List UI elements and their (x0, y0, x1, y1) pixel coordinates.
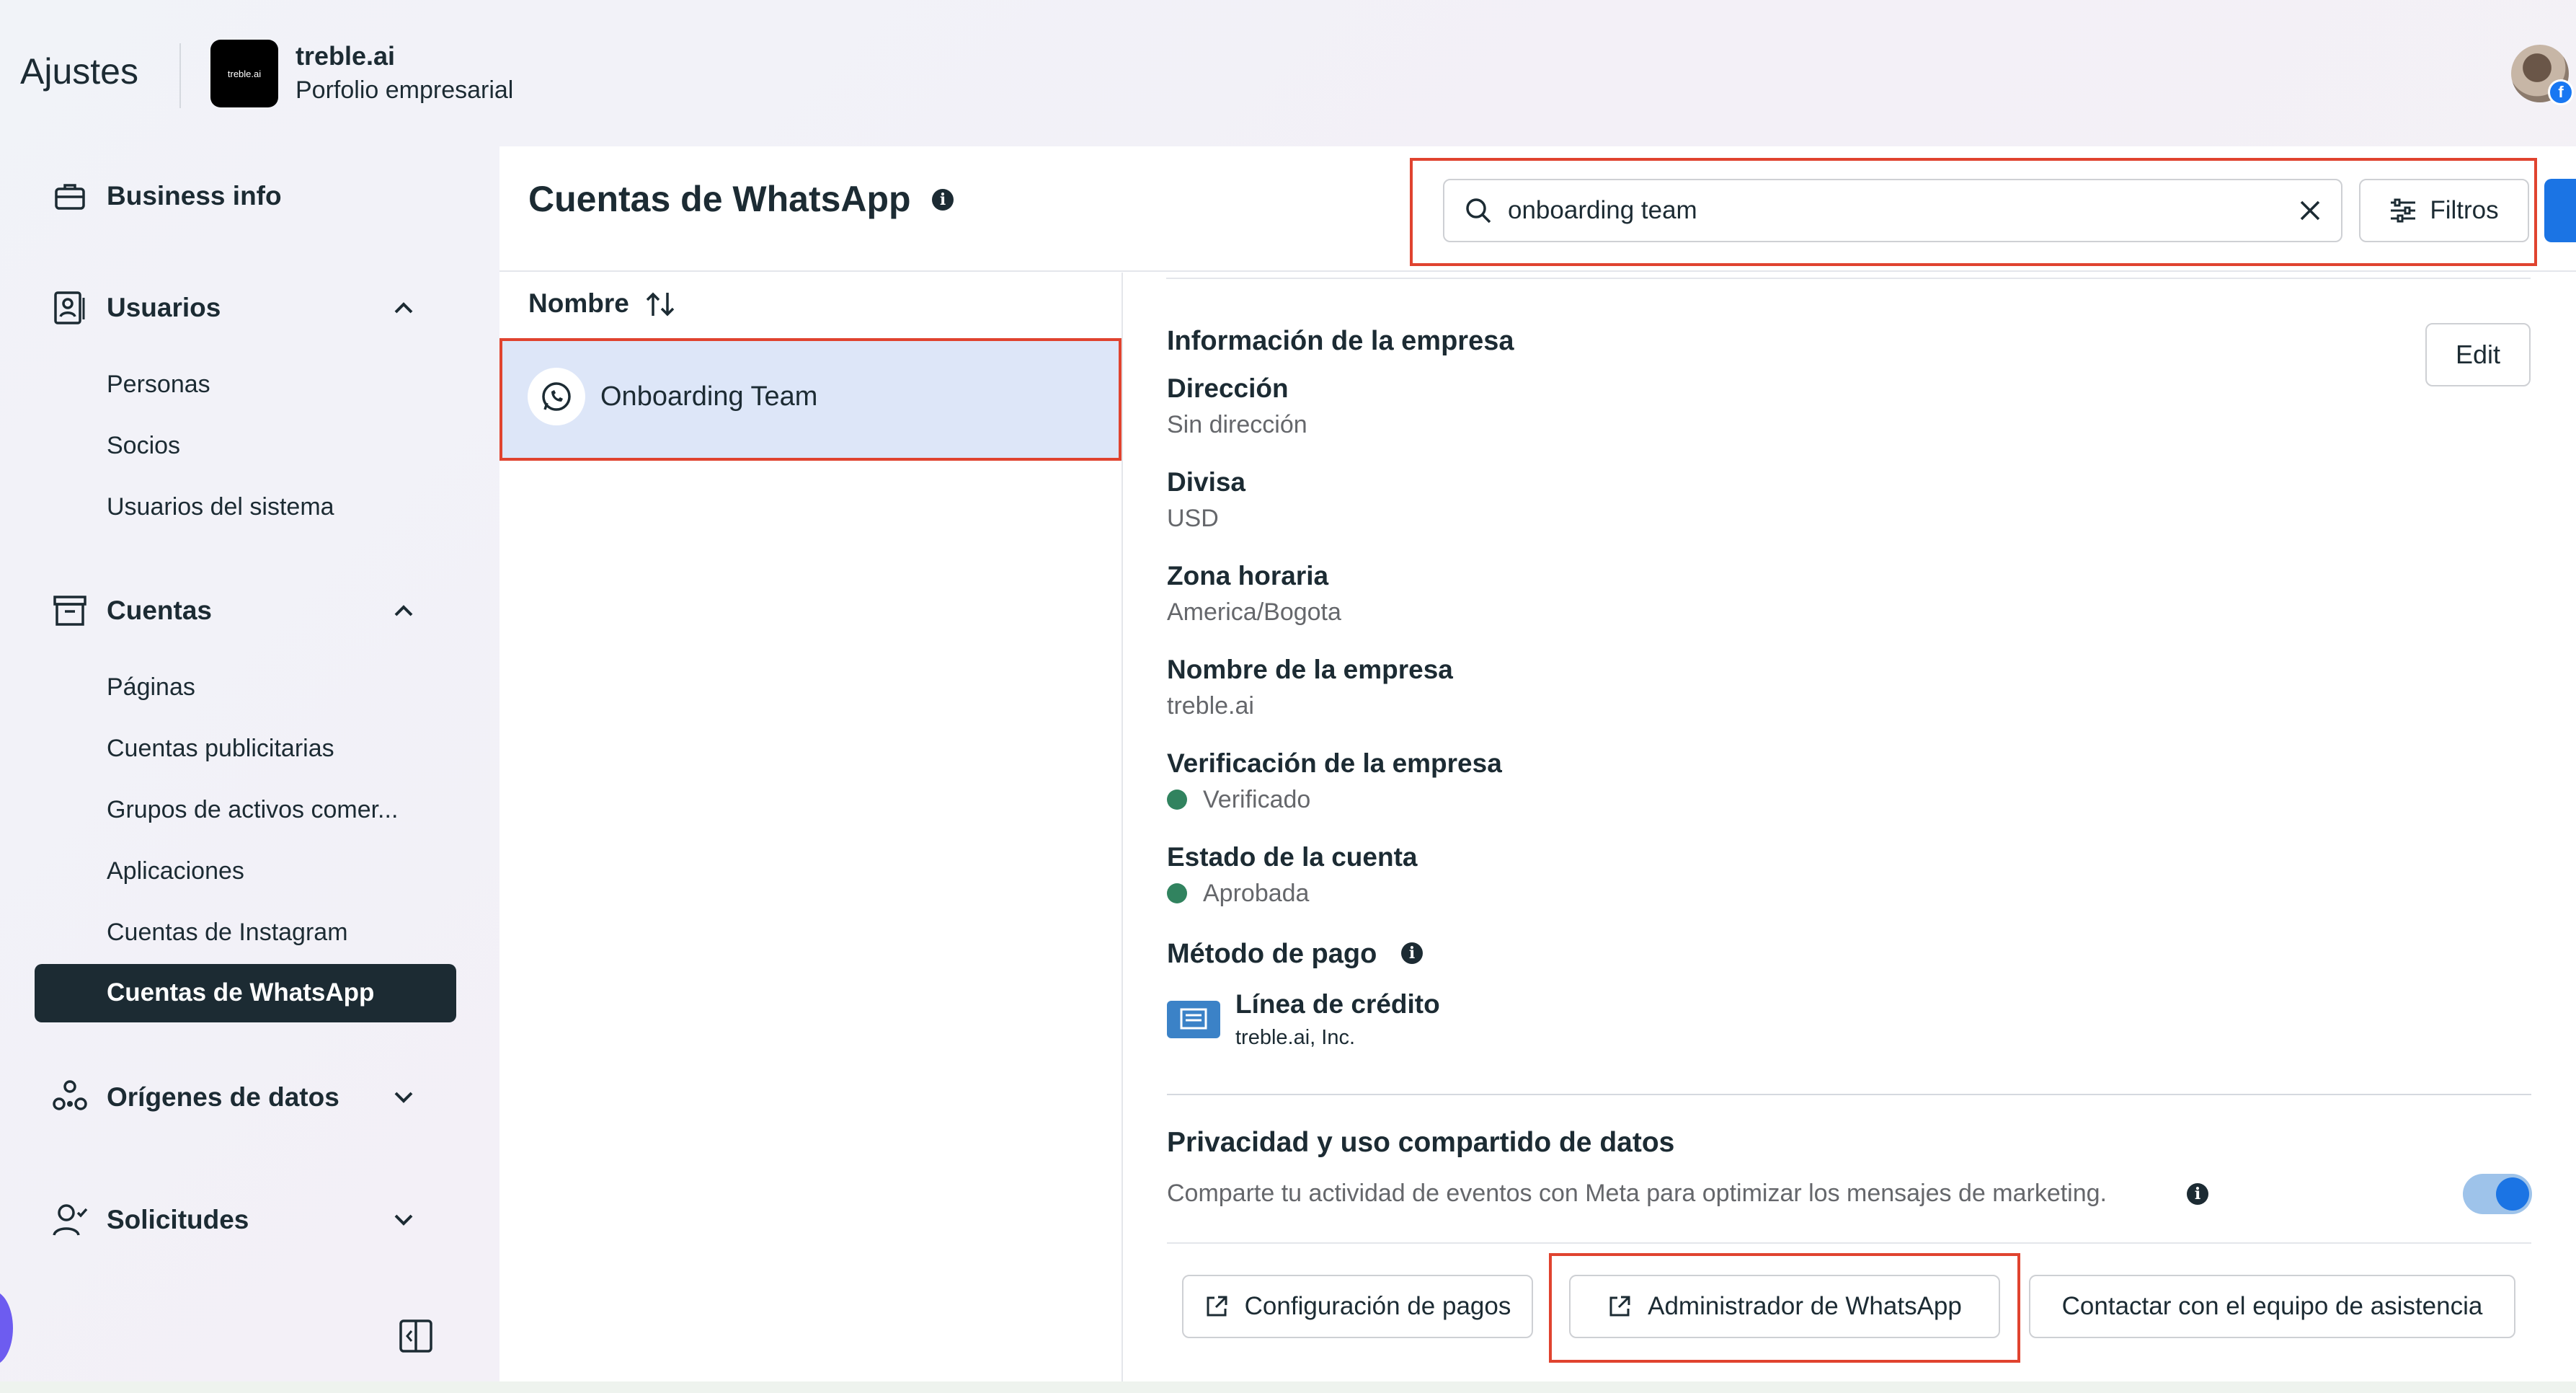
chevron-up-icon[interactable] (389, 293, 418, 322)
sidebar-section-usuarios[interactable]: Usuarios (50, 288, 221, 327)
sidebar-item-cuentas-whatsapp[interactable]: Cuentas de WhatsApp (35, 964, 456, 1022)
briefcase-icon (50, 177, 89, 216)
app-title: Ajustes (20, 51, 138, 92)
field-value-verificacion: Verificado (1203, 786, 1311, 813)
facebook-icon: f (2548, 79, 2574, 105)
info-icon[interactable]: i (932, 189, 954, 211)
header-divider (499, 270, 2576, 272)
sidebar-item-label: Cuentas de WhatsApp (107, 978, 375, 1007)
highlight-box-search (1410, 158, 2537, 266)
business-logo[interactable]: treble.ai (210, 40, 278, 107)
sidebar-section-cuentas[interactable]: Cuentas (50, 591, 212, 630)
sidebar-item-paginas[interactable]: Páginas (107, 673, 195, 702)
sidebar-section-label: Solicitudes (107, 1205, 249, 1234)
sort-icon[interactable] (644, 288, 677, 320)
archive-icon (50, 591, 89, 630)
payment-method-subtitle: treble.ai, Inc. (1235, 1026, 1356, 1049)
section-divider (1167, 1242, 2531, 1244)
external-link-icon (1207, 1296, 1227, 1317)
section-divider (1167, 1094, 2531, 1095)
edit-button[interactable]: Edit (2425, 323, 2531, 386)
sidebar-item-aplicaciones[interactable]: Aplicaciones (107, 857, 244, 885)
toggle-knob (2496, 1177, 2529, 1211)
status-dot-icon (1167, 790, 1187, 810)
sidebar-section-label: Cuentas (107, 596, 212, 625)
payment-settings-button[interactable]: Configuración de pagos (1182, 1275, 1533, 1338)
field-value-nombre-empresa: treble.ai (1167, 692, 1254, 720)
sidebar-section-label: Usuarios (107, 293, 221, 322)
field-value-estado-cuenta: Aprobada (1203, 880, 1310, 907)
page-title: Cuentas de WhatsApp (528, 179, 911, 219)
sidebar-collapse-icon[interactable] (398, 1318, 434, 1354)
bottom-strip (0, 1381, 2576, 1393)
sidebar-item-personas[interactable]: Personas (107, 371, 210, 399)
sidebar-item-cuentas-publicitarias[interactable]: Cuentas publicitarias (107, 735, 334, 763)
button-label: Configuración de pagos (1244, 1292, 1511, 1320)
privacy-title: Privacidad y uso compartido de datos (1167, 1127, 1675, 1158)
sidebar-item-cuentas-instagram[interactable]: Cuentas de Instagram (107, 919, 348, 947)
business-subtitle: Porfolio empresarial (296, 76, 514, 104)
privacy-description: Comparte tu actividad de eventos con Met… (1167, 1180, 2107, 1207)
field-value-divisa: USD (1167, 505, 1219, 532)
floating-assistant-button[interactable] (0, 1291, 13, 1366)
list-divider (1122, 273, 1123, 1381)
contact-support-button[interactable]: Contactar con el equipo de asistencia (2029, 1275, 2515, 1338)
field-label-divisa: Divisa (1167, 467, 1246, 497)
business-name[interactable]: treble.ai (296, 41, 395, 71)
header-divider (179, 43, 181, 108)
credit-line-icon (1167, 1001, 1220, 1038)
section-title-info-empresa: Información de la empresa (1167, 326, 1514, 356)
add-button[interactable] (2544, 179, 2576, 242)
chevron-down-icon[interactable] (389, 1206, 418, 1234)
detail-divider (1166, 278, 2531, 279)
field-value-direccion: Sin dirección (1167, 411, 1307, 438)
status-dot-icon (1167, 883, 1187, 903)
user-check-icon (50, 1200, 89, 1239)
info-icon[interactable]: i (2187, 1183, 2208, 1205)
info-icon[interactable]: i (1401, 942, 1423, 964)
sidebar-item-grupos-activos[interactable]: Grupos de activos comer... (107, 796, 398, 824)
sidebar-section-label: Orígenes de datos (107, 1082, 339, 1112)
sidebar-item-business-info[interactable]: Business info (50, 177, 282, 216)
logo-text: treble.ai (227, 68, 262, 79)
sidebar-item-label: Business info (107, 181, 282, 211)
payment-method-title: Línea de crédito (1235, 989, 1440, 1019)
chevron-down-icon[interactable] (389, 1083, 418, 1112)
highlight-box-whatsapp-manager (1549, 1253, 2020, 1363)
column-header-nombre[interactable]: Nombre (528, 288, 629, 319)
field-value-zona-horaria: America/Bogota (1167, 598, 1341, 626)
chevron-up-icon[interactable] (389, 596, 418, 625)
sidebar-section-origenes[interactable]: Orígenes de datos (50, 1078, 339, 1117)
sidebar-item-socios[interactable]: Socios (107, 432, 180, 460)
whatsapp-icon (528, 368, 585, 425)
row-name: Onboarding Team (600, 381, 818, 412)
field-label-zona-horaria: Zona horaria (1167, 561, 1329, 591)
sidebar-section-solicitudes[interactable]: Solicitudes (50, 1200, 249, 1239)
field-label-direccion: Dirección (1167, 373, 1289, 403)
field-label-metodo-pago: Método de pago (1167, 939, 1377, 969)
sidebar-item-usuarios-sistema[interactable]: Usuarios del sistema (107, 493, 334, 521)
users-icon (50, 288, 89, 327)
field-label-estado-cuenta: Estado de la cuenta (1167, 842, 1418, 872)
field-label-nombre-empresa: Nombre de la empresa (1167, 655, 1453, 684)
field-label-verificacion: Verificación de la empresa (1167, 748, 1502, 778)
button-label: Contactar con el equipo de asistencia (2061, 1292, 2483, 1320)
data-sources-icon (50, 1078, 89, 1117)
